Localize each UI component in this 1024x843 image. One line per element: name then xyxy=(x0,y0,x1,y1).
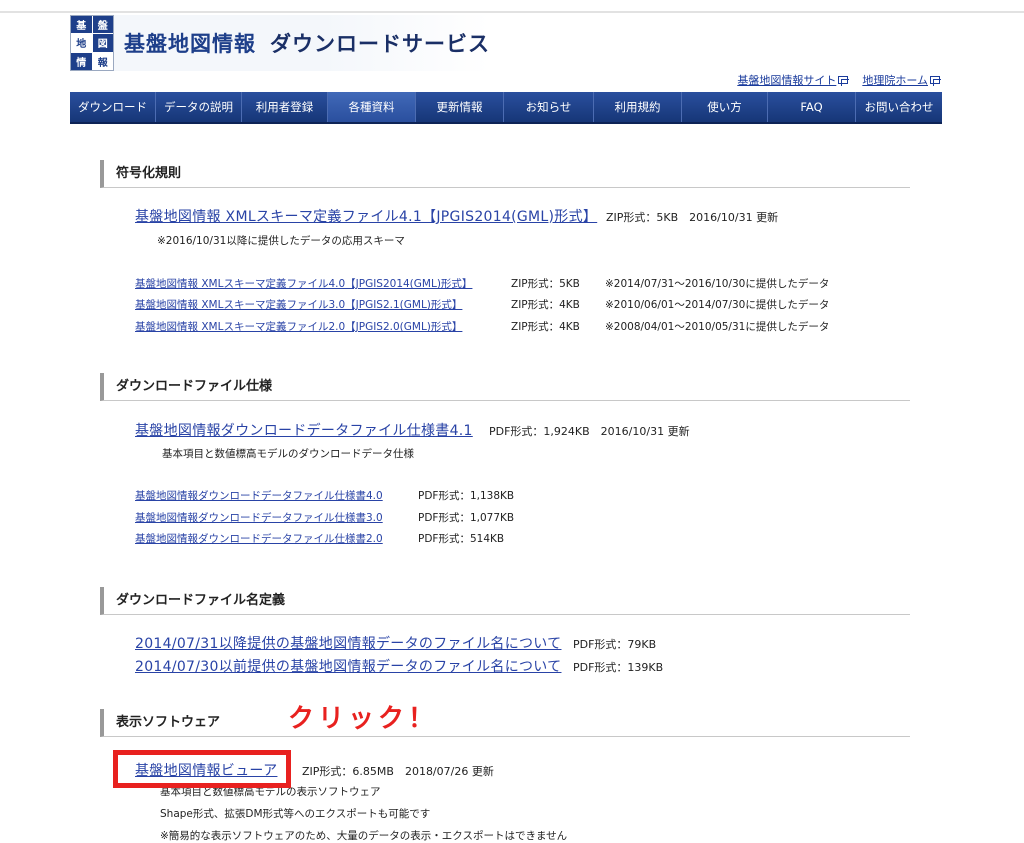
external-links: 基盤地図情報サイト 地理院ホーム xyxy=(737,72,941,88)
spec-link-2-0[interactable]: 基盤地図情報ダウンロードデータファイル仕様書2.0 xyxy=(135,531,383,546)
file-format: PDF形式：79KB xyxy=(573,638,657,651)
file-format: ZIP形式：4KB xyxy=(511,321,580,333)
naming-link-before[interactable]: 2014/07/30以前提供の基盤地図情報データのファイル名について xyxy=(135,656,561,676)
link-gsi-kiban-site[interactable]: 基盤地図情報サイト xyxy=(737,72,850,88)
viewer-note: Shape形式、拡張DM形式等へのエクスポートも可能です xyxy=(160,808,431,820)
highlight-box xyxy=(113,750,291,788)
new-window-icon xyxy=(838,76,850,86)
nav-faq[interactable]: FAQ xyxy=(768,92,856,122)
nav-data-description[interactable]: データの説明 xyxy=(156,92,242,122)
spec-main-meta: PDF形式：1,924KB 2016/10/31 更新 xyxy=(489,425,690,438)
main-nav: ダウンロード データの説明 利用者登録 各種資料 更新情報 お知らせ 利用規約 … xyxy=(70,92,942,124)
site-logo[interactable]: 基 盤 地 図 情 報 基盤地図情報 ダウンロードサービス xyxy=(70,15,490,71)
top-divider xyxy=(0,11,1024,13)
encoding-link-3-0[interactable]: 基盤地図情報 XMLスキーマ定義ファイル3.0【JPGIS2.1(GML)形式】 xyxy=(135,297,462,312)
link-label: 地理院ホーム xyxy=(862,74,928,87)
spec-link-3-0[interactable]: 基盤地図情報ダウンロードデータファイル仕様書3.0 xyxy=(135,510,383,525)
link-gsi-home[interactable]: 地理院ホーム xyxy=(862,72,941,88)
spec-link-4-0[interactable]: 基盤地図情報ダウンロードデータファイル仕様書4.0 xyxy=(135,488,383,503)
file-note: ※2014/07/31～2016/10/30に提供したデータ xyxy=(605,278,830,290)
logo-mark-icon: 基 盤 地 図 情 報 xyxy=(70,15,114,71)
section-heading-encoding: 符号化規則 xyxy=(100,160,910,188)
encoding-link-2-0[interactable]: 基盤地図情報 XMLスキーマ定義ファイル2.0【JPGIS2.0(GML)形式】 xyxy=(135,319,462,334)
file-note: ※2010/06/01～2014/07/30に提供したデータ xyxy=(605,299,830,311)
encoding-main-note: ※2016/10/31以降に提供したデータの応用スキーマ xyxy=(157,235,405,247)
logo-cell: 図 xyxy=(92,34,113,52)
logo-cell: 基 xyxy=(71,16,92,34)
site-title: 基盤地図情報 ダウンロードサービス xyxy=(124,28,490,58)
site-title-sub: ダウンロードサービス xyxy=(270,32,490,56)
spec-main-note: 基本項目と数値標高モデルのダウンロードデータ仕様 xyxy=(162,448,414,460)
site-title-main: 基盤地図情報 xyxy=(124,32,256,56)
nav-news[interactable]: お知らせ xyxy=(504,92,594,122)
section-heading-naming: ダウンロードファイル名定義 xyxy=(100,587,910,615)
nav-documents[interactable]: 各種資料 xyxy=(328,92,416,122)
nav-updates[interactable]: 更新情報 xyxy=(416,92,504,122)
nav-contact[interactable]: お問い合わせ xyxy=(856,92,942,122)
encoding-link-4-0[interactable]: 基盤地図情報 XMLスキーマ定義ファイル4.0【JPGIS2014(GML)形式… xyxy=(135,276,472,291)
file-format: ZIP形式：5KB xyxy=(511,278,580,290)
viewer-meta: ZIP形式：6.85MB 2018/07/26 更新 xyxy=(302,765,494,778)
link-label: 基盤地図情報サイト xyxy=(737,74,837,87)
nav-terms[interactable]: 利用規約 xyxy=(594,92,682,122)
file-format: PDF形式：1,138KB xyxy=(418,490,515,502)
section-heading-spec: ダウンロードファイル仕様 xyxy=(100,373,910,401)
logo-cell: 情 xyxy=(71,52,92,70)
logo-cell: 盤 xyxy=(92,16,113,34)
nav-user-registration[interactable]: 利用者登録 xyxy=(242,92,328,122)
encoding-main-link[interactable]: 基盤地図情報 XMLスキーマ定義ファイル4.1【JPGIS2014(GML)形式… xyxy=(135,206,597,226)
logo-cell: 報 xyxy=(92,52,113,70)
viewer-note: ※簡易的な表示ソフトウェアのため、大量のデータの表示・エクスポートはできません xyxy=(160,830,568,842)
file-format: PDF形式：514KB xyxy=(418,533,505,545)
naming-link-after[interactable]: 2014/07/31以降提供の基盤地図情報データのファイル名について xyxy=(135,633,561,653)
new-window-icon xyxy=(930,76,941,86)
section-heading-viewer: 表示ソフトウェア xyxy=(100,709,910,737)
file-format: PDF形式：1,077KB xyxy=(418,512,515,524)
spec-main-link[interactable]: 基盤地図情報ダウンロードデータファイル仕様書4.1 xyxy=(135,420,473,440)
nav-download[interactable]: ダウンロード xyxy=(70,92,156,122)
click-annotation: クリック！ xyxy=(288,704,439,734)
file-format: ZIP形式：4KB xyxy=(511,299,580,311)
file-format: PDF形式：139KB xyxy=(573,661,664,674)
file-note: ※2008/04/01～2010/05/31に提供したデータ xyxy=(605,321,830,333)
nav-how-to-use[interactable]: 使い方 xyxy=(682,92,768,122)
encoding-main-meta: ZIP形式：5KB 2016/10/31 更新 xyxy=(606,211,779,224)
logo-cell: 地 xyxy=(71,34,92,52)
